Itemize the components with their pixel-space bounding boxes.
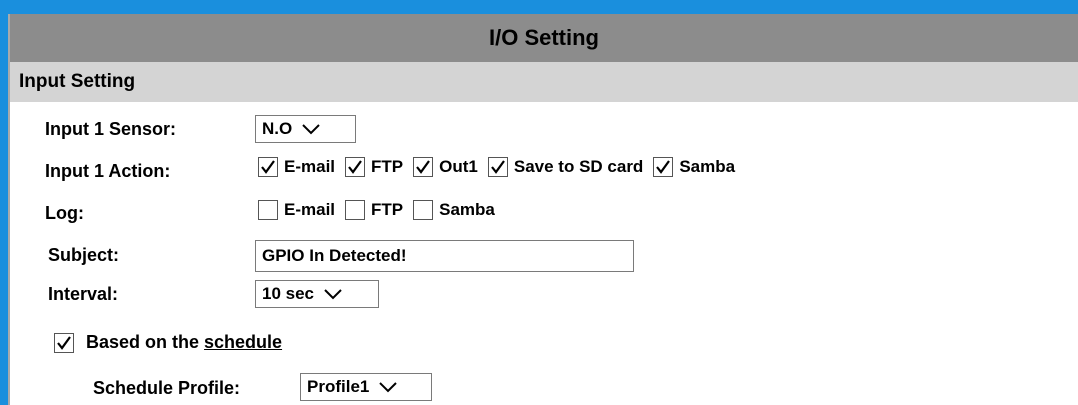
io-setting-panel: I/O Setting Input Setting Input 1 Sensor… xyxy=(8,14,1078,405)
action-checkbox-save-to-sd-card[interactable] xyxy=(487,157,508,177)
log-options: E-mail FTP Samba xyxy=(258,200,505,220)
action-option-label: Out1 xyxy=(439,157,478,176)
profile-select[interactable]: Profile1 xyxy=(300,373,432,401)
action-options: E-mail FTP Out1 Save to SD card Samba xyxy=(258,157,745,177)
log-label: Log: xyxy=(45,203,84,223)
checkmark-icon xyxy=(416,160,431,174)
sensor-label: Input 1 Sensor: xyxy=(45,119,177,139)
log-option-label: E-mail xyxy=(284,200,336,219)
log-option-label: Samba xyxy=(439,200,495,219)
log-checkbox-e-mail[interactable] xyxy=(258,200,278,220)
action-checkbox-out1[interactable] xyxy=(413,157,434,177)
profile-select-value: Profile1 xyxy=(307,377,370,396)
checkmark-icon xyxy=(491,160,505,174)
section-header-input-setting: Input Setting xyxy=(10,62,1078,102)
action-option-label: Samba xyxy=(679,157,736,176)
schedule-checkbox[interactable] xyxy=(54,332,74,353)
subject-input[interactable] xyxy=(255,240,634,272)
action-checkbox-ftp[interactable] xyxy=(345,157,366,177)
interval-select-value: 10 sec xyxy=(262,284,314,303)
action-option-label: Save to SD card xyxy=(513,157,644,176)
sensor-select[interactable]: N.O xyxy=(255,115,356,143)
sensor-select-value: N.O xyxy=(262,119,293,138)
frame-top-border xyxy=(0,0,1078,14)
schedule-row: Based on the schedule xyxy=(54,332,282,353)
chevron-down-icon xyxy=(302,124,320,135)
checkmark-icon xyxy=(656,160,671,174)
action-option-label: E-mail xyxy=(284,157,336,176)
panel-title: I/O Setting xyxy=(10,14,1078,62)
chevron-down-icon xyxy=(379,382,398,393)
frame-left-border xyxy=(0,0,8,405)
log-checkbox-ftp[interactable] xyxy=(345,200,366,220)
interval-select[interactable]: 10 sec xyxy=(255,280,379,308)
checkmark-icon xyxy=(57,335,71,350)
schedule-link[interactable]: schedule xyxy=(204,332,282,353)
checkmark-icon xyxy=(261,160,275,174)
action-option-label: FTP xyxy=(371,157,404,176)
action-label: Input 1 Action: xyxy=(45,161,171,181)
profile-label: Schedule Profile: xyxy=(93,378,241,398)
action-checkbox-e-mail[interactable] xyxy=(258,157,278,177)
checkmark-icon xyxy=(348,160,362,174)
schedule-prefix: Based on the xyxy=(86,332,200,352)
interval-label: Interval: xyxy=(48,284,119,304)
log-option-label: FTP xyxy=(371,200,404,219)
subject-label: Subject: xyxy=(48,245,120,265)
chevron-down-icon xyxy=(324,289,342,300)
log-checkbox-samba[interactable] xyxy=(413,200,434,220)
action-checkbox-samba[interactable] xyxy=(653,157,674,177)
